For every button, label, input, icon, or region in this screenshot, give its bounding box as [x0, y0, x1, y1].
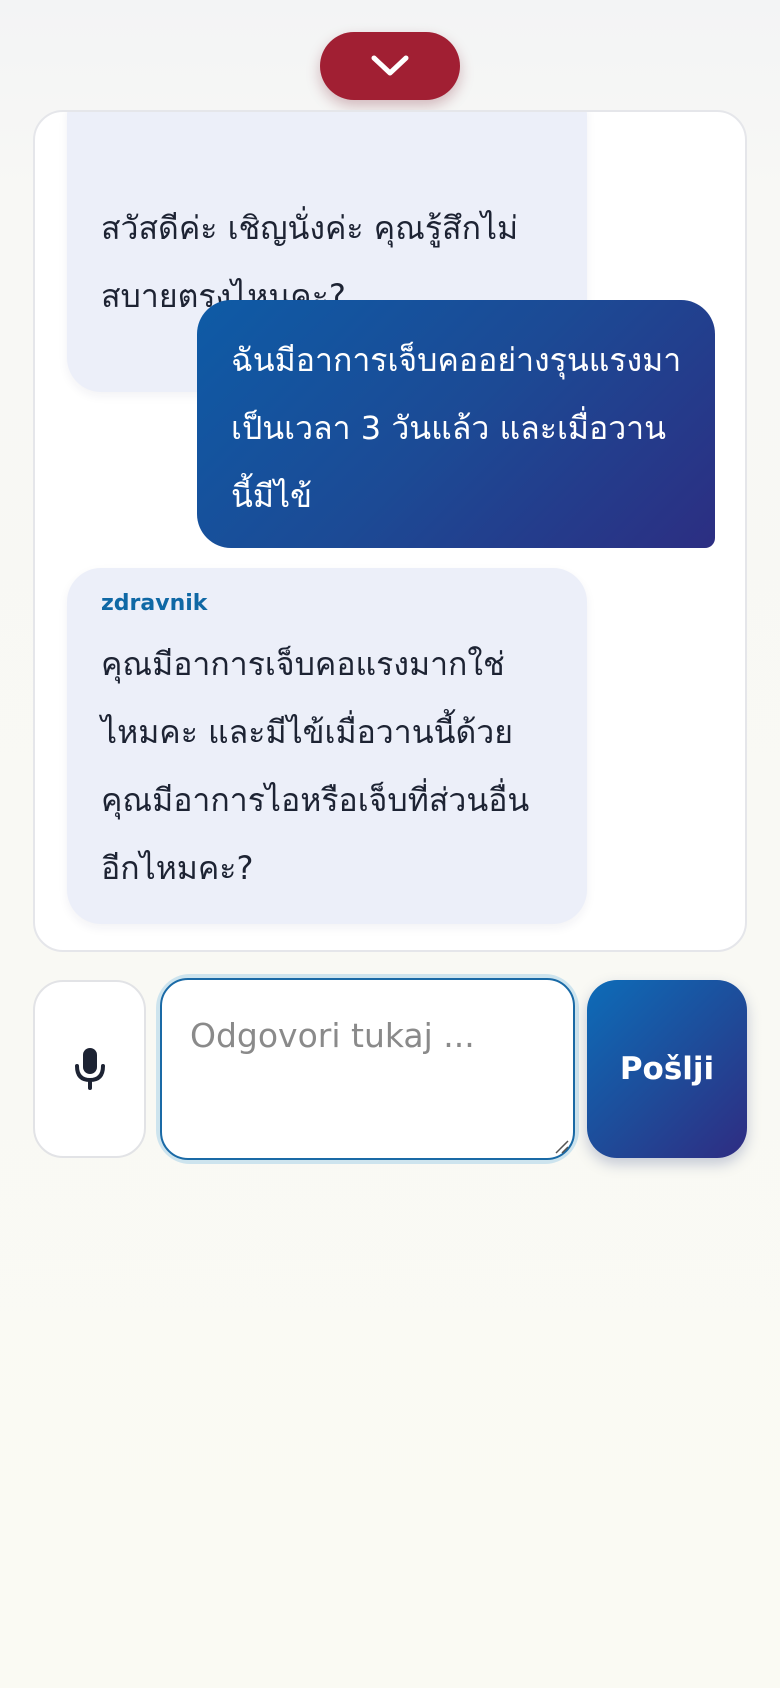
message-text: คุณมีอาการเจ็บคอแรงมากใช่ไหมคะ และมีไข้เ… — [101, 645, 530, 887]
chevron-down-icon — [371, 55, 409, 76]
user-message: ฉันมีอาการเจ็บคออย่างรุนแรงมาเป็นเวลา 3 … — [197, 300, 715, 548]
sender-name: zdravnik — [101, 591, 208, 616]
microphone-icon — [74, 1048, 105, 1090]
reply-input[interactable] — [160, 978, 575, 1160]
send-button[interactable]: Pošlji — [587, 980, 747, 1158]
assistant-message: zdravnik คุณมีอาการเจ็บคอแรงมากใช่ไหมคะ … — [67, 568, 587, 924]
microphone-button[interactable] — [33, 980, 146, 1158]
collapse-chat-button[interactable] — [320, 32, 460, 100]
reply-input-wrapper — [160, 978, 575, 1160]
message-text: ฉันมีอาการเจ็บคออย่างรุนแรงมาเป็นเวลา 3 … — [231, 341, 682, 515]
resize-grip-icon[interactable] — [553, 1138, 569, 1154]
chat-history[interactable]: สวัสดีค่ะ เชิญนั่งค่ะ คุณรู้สึกไม่สบายตร… — [33, 110, 747, 952]
